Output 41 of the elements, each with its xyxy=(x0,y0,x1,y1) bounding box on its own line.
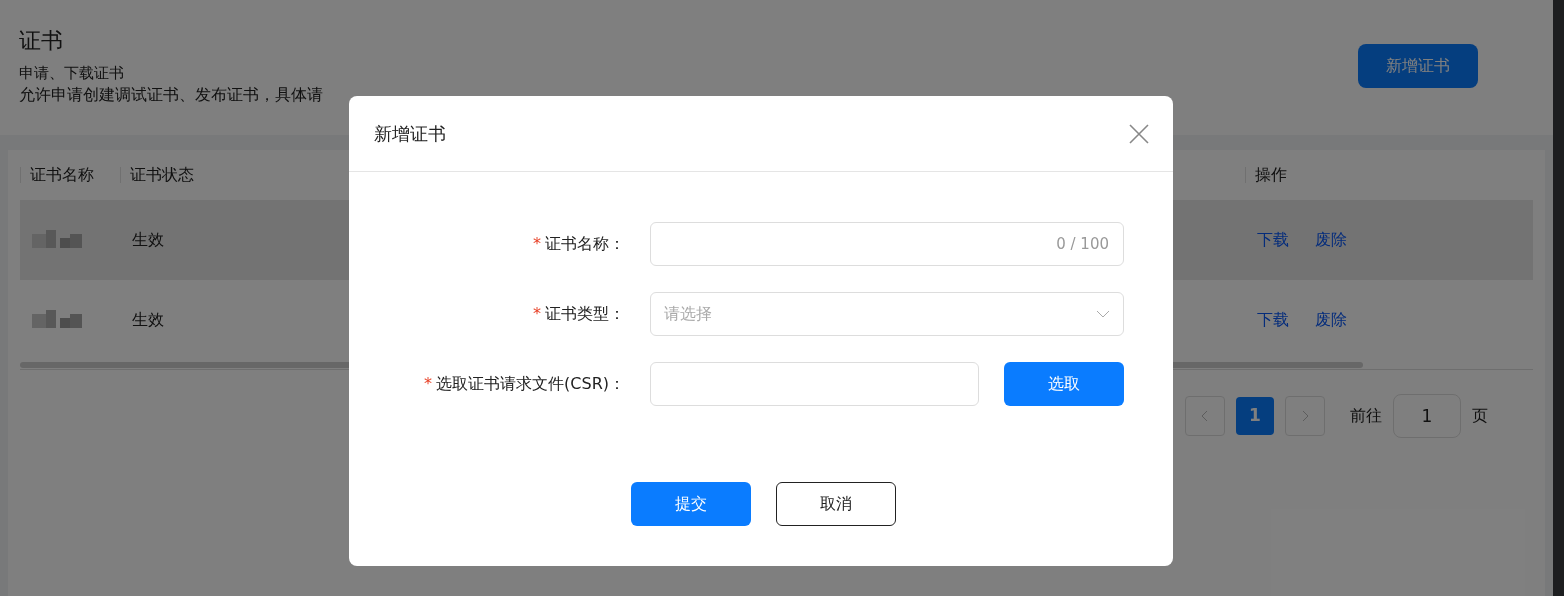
required-asterisk: * xyxy=(424,373,433,395)
status-text: 生效 xyxy=(132,230,164,249)
file-input[interactable] xyxy=(650,362,979,406)
page-subtitle: 申请、下载证书 xyxy=(19,63,124,84)
prev-page-button[interactable] xyxy=(1185,396,1225,436)
select-placeholder: 请选择 xyxy=(664,303,712,325)
action-link[interactable]: 废除 xyxy=(1315,308,1347,332)
field-label: 证书类型： xyxy=(545,303,625,325)
dialog-title: 新增证书 xyxy=(374,122,446,146)
close-icon xyxy=(1129,123,1149,144)
required-asterisk: * xyxy=(533,303,541,325)
next-page-button[interactable] xyxy=(1285,396,1325,436)
column-header: 操作 xyxy=(1255,164,1287,186)
page-title: 证书 xyxy=(19,27,63,55)
add-certificate-button[interactable]: 新增证书 xyxy=(1358,44,1478,88)
description-text: 允许申请创建调试证书、发布证书，具体请 xyxy=(19,84,323,106)
column-header: 证书名称 xyxy=(30,164,94,186)
type-select[interactable]: 请选择 xyxy=(650,292,1124,336)
blurred-name xyxy=(32,230,84,250)
goto-label: 前往 xyxy=(1350,405,1382,427)
required-asterisk: * xyxy=(533,233,541,255)
page-button[interactable]: 1 xyxy=(1236,397,1274,435)
blurred-name xyxy=(32,310,84,330)
close-button[interactable] xyxy=(1127,121,1151,146)
page-suffix: 页 xyxy=(1472,405,1488,427)
name-input[interactable]: 0 / 100 xyxy=(650,222,1124,266)
character-counter: 0 / 100 xyxy=(1056,233,1109,255)
cancel-button[interactable]: 取消 xyxy=(775,482,896,526)
choose-file-button[interactable]: 选取 xyxy=(1004,362,1124,406)
chevron-down-icon xyxy=(1096,310,1110,318)
field-label: 选取证书请求文件(CSR)： xyxy=(436,373,625,395)
field-label: 证书名称： xyxy=(545,233,625,255)
chevron-right-icon xyxy=(1301,410,1309,422)
column-header: 证书状态 xyxy=(130,164,194,186)
action-link[interactable]: 下载 xyxy=(1257,228,1289,252)
chevron-left-icon xyxy=(1201,410,1209,422)
action-link[interactable]: 废除 xyxy=(1315,228,1347,252)
action-link[interactable]: 下载 xyxy=(1257,308,1289,332)
status-text: 生效 xyxy=(132,310,164,329)
page-input[interactable]: 1 xyxy=(1393,394,1461,438)
submit-button[interactable]: 提交 xyxy=(630,482,751,526)
